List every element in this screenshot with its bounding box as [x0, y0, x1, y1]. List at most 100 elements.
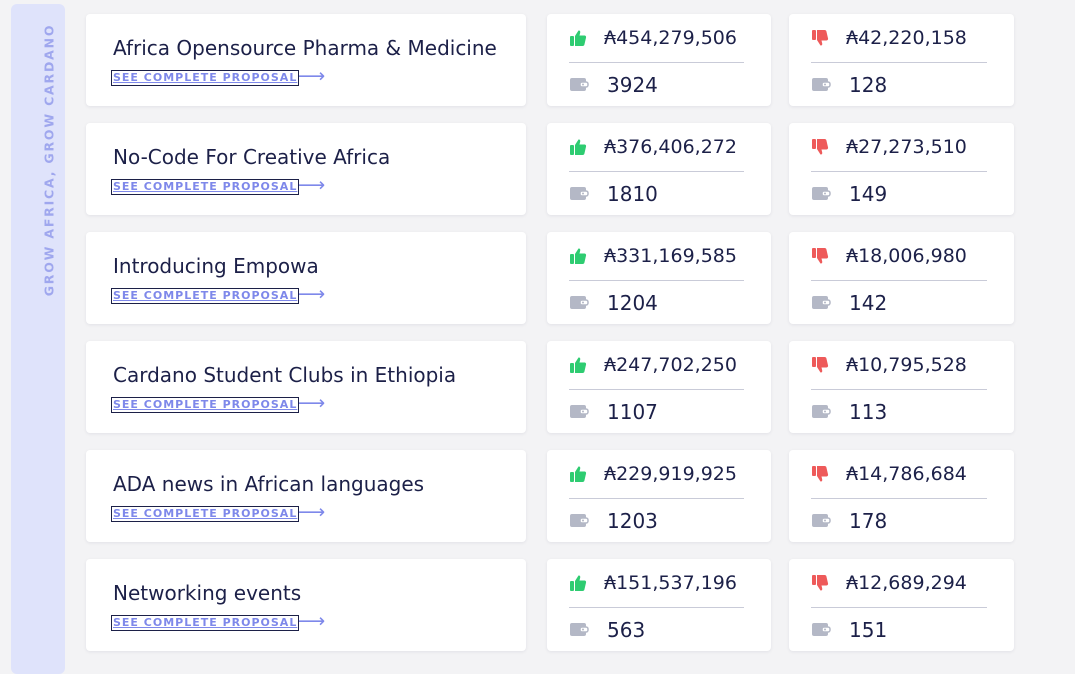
thumbs-down-icon — [812, 466, 829, 482]
yes-votes-card: ₳247,702,250 1107 — [547, 341, 771, 433]
yes-wallet-count: 563 — [607, 618, 646, 642]
wallet-icon — [812, 405, 831, 418]
thumbs-up-icon — [570, 248, 587, 264]
arrow-right-icon[interactable]: ⟶ — [298, 176, 325, 195]
proposal-card: ADA news in African languages SEE COMPLE… — [86, 450, 526, 542]
see-proposal-link[interactable]: SEE COMPLETE PROPOSAL — [110, 179, 300, 195]
yes-wallet-count: 1204 — [607, 291, 658, 315]
see-proposal-link[interactable]: SEE COMPLETE PROPOSAL — [110, 615, 300, 631]
divider — [569, 280, 744, 281]
thumbs-up-icon — [570, 575, 587, 591]
yes-amount: ₳247,702,250 — [604, 354, 737, 376]
yes-wallet-count: 1810 — [607, 182, 658, 206]
proposal-card: No-Code For Creative Africa SEE COMPLETE… — [86, 123, 526, 215]
no-wallet-count: 142 — [849, 291, 888, 315]
see-proposal-link[interactable]: SEE COMPLETE PROPOSAL — [110, 288, 300, 304]
wallet-icon — [812, 514, 831, 527]
no-wallet-count: 178 — [849, 509, 888, 533]
divider — [811, 498, 987, 499]
arrow-right-icon[interactable]: ⟶ — [298, 503, 325, 522]
thumbs-down-icon — [812, 30, 829, 46]
thumbs-down-icon — [812, 139, 829, 155]
thumbs-down-icon — [812, 575, 829, 591]
yes-votes-card: ₳376,406,272 1810 — [547, 123, 771, 215]
wallet-icon — [812, 296, 831, 309]
thumbs-down-icon — [812, 248, 829, 264]
wallet-icon — [812, 623, 831, 636]
divider — [569, 62, 744, 63]
no-votes-card: ₳18,006,980 142 — [789, 232, 1014, 324]
yes-amount: ₳229,919,925 — [604, 463, 737, 485]
yes-votes-card: ₳454,279,506 3924 — [547, 14, 771, 106]
yes-amount: ₳454,279,506 — [604, 27, 737, 49]
proposal-title: Africa Opensource Pharma & Medicine — [113, 36, 497, 60]
divider — [569, 389, 744, 390]
see-proposal-link[interactable]: SEE COMPLETE PROPOSAL — [110, 397, 300, 413]
no-votes-card: ₳42,220,158 128 — [789, 14, 1014, 106]
yes-wallet-count: 1203 — [607, 509, 658, 533]
thumbs-down-icon — [812, 357, 829, 373]
thumbs-up-icon — [570, 139, 587, 155]
no-votes-card: ₳10,795,528 113 — [789, 341, 1014, 433]
no-wallet-count: 151 — [849, 618, 888, 642]
divider — [569, 171, 744, 172]
divider — [811, 389, 987, 390]
arrow-right-icon[interactable]: ⟶ — [298, 612, 325, 631]
yes-amount: ₳331,169,585 — [604, 245, 737, 267]
divider — [569, 607, 744, 608]
proposal-card: Cardano Student Clubs in Ethiopia SEE CO… — [86, 341, 526, 433]
yes-votes-card: ₳229,919,925 1203 — [547, 450, 771, 542]
wallet-icon — [570, 623, 589, 636]
divider — [811, 62, 987, 63]
no-amount: ₳12,689,294 — [846, 572, 967, 594]
divider — [569, 498, 744, 499]
yes-wallet-count: 1107 — [607, 400, 658, 424]
proposal-row: Africa Opensource Pharma & Medicine SEE … — [0, 14, 1075, 106]
proposal-row: No-Code For Creative Africa SEE COMPLETE… — [0, 123, 1075, 215]
proposal-row: Networking events SEE COMPLETE PROPOSAL … — [0, 559, 1075, 651]
no-amount: ₳18,006,980 — [846, 245, 967, 267]
wallet-icon — [812, 78, 831, 91]
proposal-row: Introducing Empowa SEE COMPLETE PROPOSAL… — [0, 232, 1075, 324]
proposal-card: Africa Opensource Pharma & Medicine SEE … — [86, 14, 526, 106]
yes-votes-card: ₳151,537,196 563 — [547, 559, 771, 651]
proposal-title: Introducing Empowa — [113, 254, 319, 278]
proposal-title: Cardano Student Clubs in Ethiopia — [113, 363, 457, 387]
divider — [811, 607, 987, 608]
wallet-icon — [570, 296, 589, 309]
proposal-row: ADA news in African languages SEE COMPLE… — [0, 450, 1075, 542]
see-proposal-link[interactable]: SEE COMPLETE PROPOSAL — [110, 70, 300, 86]
proposal-title: No-Code For Creative Africa — [113, 145, 391, 169]
no-amount: ₳42,220,158 — [846, 27, 967, 49]
proposal-card: Networking events SEE COMPLETE PROPOSAL … — [86, 559, 526, 651]
no-amount: ₳14,786,684 — [846, 463, 967, 485]
wallet-icon — [570, 78, 589, 91]
no-amount: ₳27,273,510 — [846, 136, 967, 158]
arrow-right-icon[interactable]: ⟶ — [298, 394, 325, 413]
wallet-icon — [570, 405, 589, 418]
yes-amount: ₳376,406,272 — [604, 136, 737, 158]
no-amount: ₳10,795,528 — [846, 354, 967, 376]
proposal-title: Networking events — [113, 581, 302, 605]
no-wallet-count: 149 — [849, 182, 888, 206]
no-votes-card: ₳14,786,684 178 — [789, 450, 1014, 542]
no-votes-card: ₳27,273,510 149 — [789, 123, 1014, 215]
wallet-icon — [570, 187, 589, 200]
arrow-right-icon[interactable]: ⟶ — [298, 285, 325, 304]
wallet-icon — [812, 187, 831, 200]
thumbs-up-icon — [570, 466, 587, 482]
proposal-row: Cardano Student Clubs in Ethiopia SEE CO… — [0, 341, 1075, 433]
yes-wallet-count: 3924 — [607, 73, 658, 97]
proposal-title: ADA news in African languages — [113, 472, 425, 496]
yes-votes-card: ₳331,169,585 1204 — [547, 232, 771, 324]
thumbs-up-icon — [570, 30, 587, 46]
see-proposal-link[interactable]: SEE COMPLETE PROPOSAL — [110, 506, 300, 522]
yes-amount: ₳151,537,196 — [604, 572, 737, 594]
divider — [811, 280, 987, 281]
no-wallet-count: 113 — [849, 400, 888, 424]
arrow-right-icon[interactable]: ⟶ — [298, 67, 325, 86]
proposal-card: Introducing Empowa SEE COMPLETE PROPOSAL… — [86, 232, 526, 324]
no-votes-card: ₳12,689,294 151 — [789, 559, 1014, 651]
no-wallet-count: 128 — [849, 73, 888, 97]
wallet-icon — [570, 514, 589, 527]
